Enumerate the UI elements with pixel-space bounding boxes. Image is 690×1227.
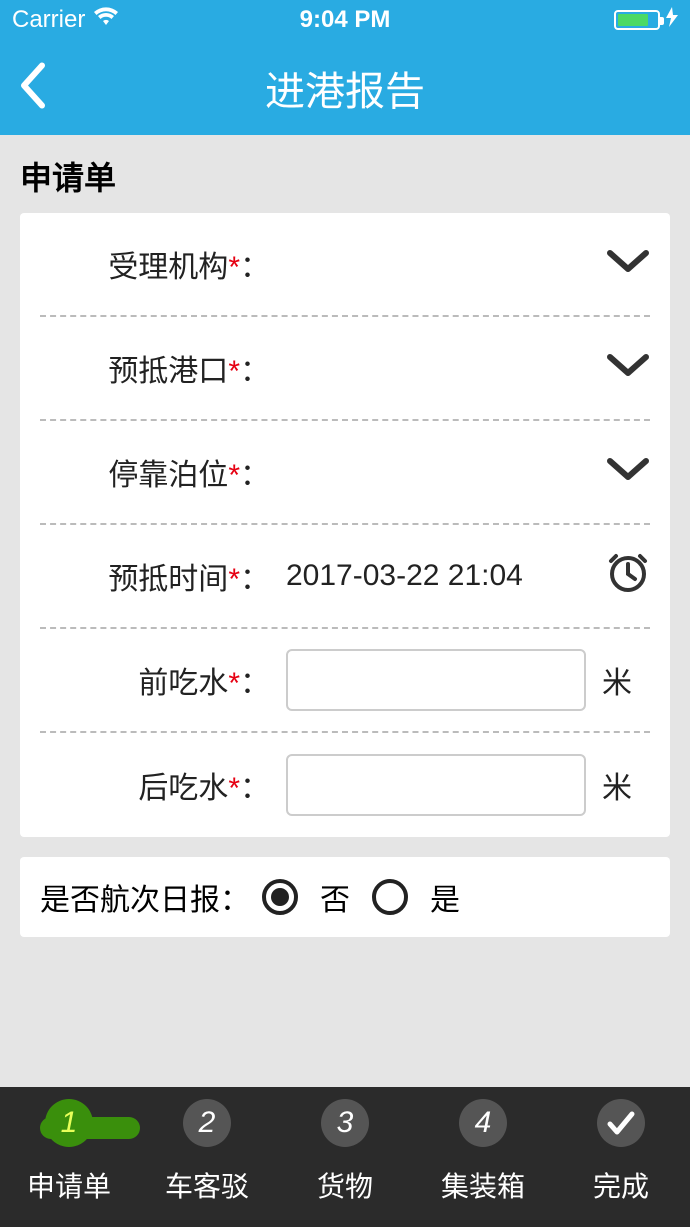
aft-draft-unit: 米 <box>602 763 632 807</box>
berth-label: 停靠泊位*： <box>40 450 270 494</box>
voyage-daily-row: 是否航次日报： 否 是 <box>20 857 670 937</box>
arrival-port-label: 预抵港口*： <box>40 346 270 390</box>
clock-icon <box>606 550 650 602</box>
chevron-down-icon <box>606 247 650 281</box>
radio-yes-label: 是 <box>430 875 460 919</box>
charging-icon <box>666 6 678 34</box>
aft-draft-row: 后吃水*： 米 <box>40 733 650 837</box>
accept-org-row[interactable]: 受理机构*： <box>40 213 650 317</box>
step-done[interactable]: 完成 <box>552 1099 690 1205</box>
chevron-down-icon <box>606 351 650 385</box>
step-2-num: 2 <box>183 1099 231 1147</box>
step-4[interactable]: 4 集装箱 <box>414 1099 552 1205</box>
stepper-bar: 1 申请单 2 车客驳 3 货物 4 集装箱 完成 <box>0 1087 690 1227</box>
section-title: 申请单 <box>0 135 690 213</box>
arrival-port-row[interactable]: 预抵港口*： <box>40 317 650 421</box>
chevron-down-icon <box>606 455 650 489</box>
aft-draft-input[interactable] <box>286 754 586 816</box>
step-2[interactable]: 2 车客驳 <box>138 1099 276 1205</box>
step-4-num: 4 <box>459 1099 507 1147</box>
radio-yes[interactable] <box>372 879 408 915</box>
step-3[interactable]: 3 货物 <box>276 1099 414 1205</box>
fore-draft-label: 前吃水*： <box>40 658 270 702</box>
back-button[interactable] <box>18 61 46 114</box>
step-1-num: 1 <box>45 1099 93 1147</box>
arrival-time-row[interactable]: 预抵时间*： 2017-03-22 21:04 <box>40 525 650 629</box>
wifi-icon <box>93 6 119 34</box>
aft-draft-label: 后吃水*： <box>40 763 270 807</box>
status-bar: Carrier 9:04 PM <box>0 0 690 40</box>
step-2-label: 车客驳 <box>165 1165 249 1205</box>
check-icon <box>597 1099 645 1147</box>
step-3-label: 货物 <box>317 1165 373 1205</box>
fore-draft-row: 前吃水*： 米 <box>40 629 650 733</box>
fore-draft-input[interactable] <box>286 649 586 711</box>
step-3-num: 3 <box>321 1099 369 1147</box>
status-time: 9:04 PM <box>300 6 391 34</box>
arrival-time-label: 预抵时间*： <box>40 554 270 598</box>
berth-row[interactable]: 停靠泊位*： <box>40 421 650 525</box>
battery-icon <box>614 10 660 30</box>
step-done-label: 完成 <box>593 1165 649 1205</box>
carrier-label: Carrier <box>12 6 85 34</box>
step-1[interactable]: 1 申请单 <box>0 1099 138 1205</box>
form-card: 受理机构*： 预抵港口*： 停靠泊位*： 预抵时间*： 2017-03- <box>20 213 670 837</box>
radio-no-label: 否 <box>320 875 350 919</box>
step-1-label: 申请单 <box>27 1165 111 1205</box>
page-title: 进港报告 <box>265 59 425 117</box>
voyage-daily-label: 是否航次日报： <box>40 875 250 919</box>
fore-draft-unit: 米 <box>602 658 632 702</box>
step-4-label: 集装箱 <box>441 1165 525 1205</box>
nav-bar: 进港报告 <box>0 40 690 135</box>
accept-org-label: 受理机构*： <box>40 242 270 286</box>
arrival-time-value: 2017-03-22 21:04 <box>286 559 523 593</box>
radio-no[interactable] <box>262 879 298 915</box>
